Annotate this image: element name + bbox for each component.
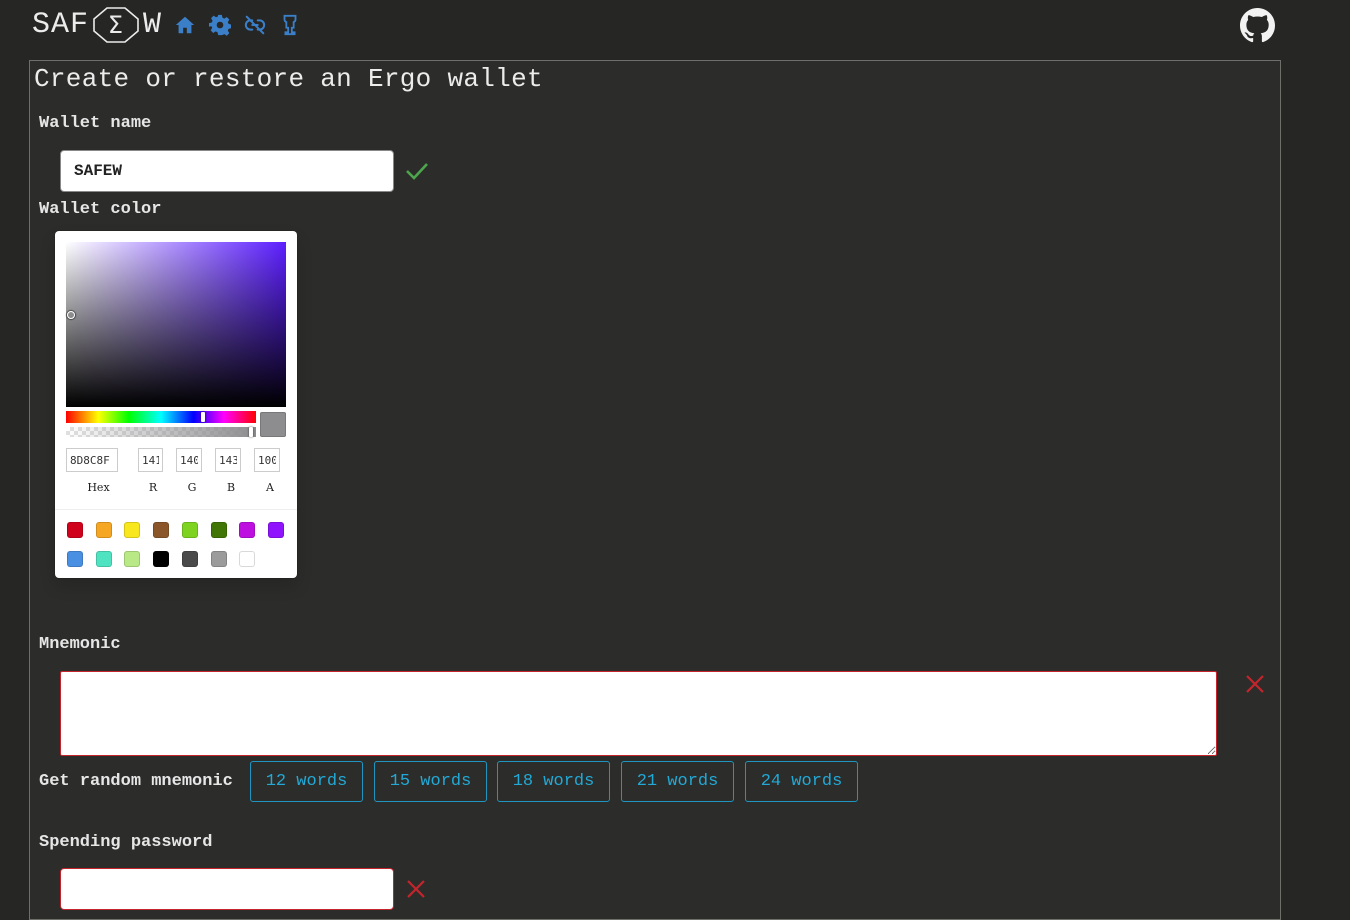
- preset-swatch[interactable]: [210, 550, 227, 567]
- preset-swatch[interactable]: [153, 522, 170, 538]
- mnemonic-textarea[interactable]: [60, 671, 1217, 756]
- mnemonic-18-words-button[interactable]: 18 words: [497, 761, 610, 802]
- saturation-area[interactable]: [66, 242, 286, 407]
- preset-swatch[interactable]: [181, 550, 198, 567]
- random-mnemonic-label: Get random mnemonic: [39, 772, 233, 791]
- hex-input[interactable]: [66, 448, 118, 472]
- github-icon[interactable]: [1240, 8, 1275, 43]
- preset-swatch[interactable]: [239, 550, 256, 567]
- hue-slider-thumb[interactable]: [201, 412, 205, 422]
- cup-icon[interactable]: [278, 12, 302, 38]
- home-icon[interactable]: [173, 12, 197, 38]
- mnemonic-15-words-button[interactable]: 15 words: [374, 761, 487, 802]
- nav-icons: [173, 12, 302, 38]
- mnemonic-21-words-button[interactable]: 21 words: [621, 761, 734, 802]
- logo-sigma-octagon: Σ: [87, 6, 145, 44]
- color-picker: Hex R G B A: [55, 231, 297, 578]
- preset-swatch[interactable]: [267, 522, 284, 538]
- alpha-slider[interactable]: [66, 427, 256, 437]
- r-label: R: [148, 481, 158, 494]
- b-label: B: [226, 481, 236, 494]
- password-invalid-x-icon: [405, 878, 427, 900]
- r-input[interactable]: [138, 448, 163, 472]
- preset-swatch[interactable]: [67, 522, 83, 538]
- saturation-pointer[interactable]: [67, 311, 75, 319]
- alpha-slider-thumb[interactable]: [249, 427, 253, 437]
- preset-swatch[interactable]: [181, 522, 198, 538]
- a-input[interactable]: [254, 448, 280, 472]
- g-input[interactable]: [176, 448, 202, 472]
- preset-swatch[interactable]: [67, 550, 83, 567]
- top-bar: SAF Σ W: [0, 0, 1350, 50]
- invalid-x-icon: [1244, 673, 1266, 695]
- mnemonic-24-words-button[interactable]: 24 words: [745, 761, 858, 802]
- logo-suffix: W: [143, 8, 163, 42]
- preset-swatch[interactable]: [95, 550, 112, 567]
- preset-swatch[interactable]: [95, 522, 112, 538]
- wallet-name-label: Wallet name: [39, 114, 152, 133]
- hue-slider[interactable]: [66, 411, 256, 423]
- preset-swatch[interactable]: [153, 550, 170, 567]
- wallet-name-input[interactable]: [60, 150, 394, 192]
- logo-prefix: SAF: [32, 8, 90, 42]
- app-logo[interactable]: SAF Σ W: [32, 6, 162, 44]
- mnemonic-12-words-button[interactable]: 12 words: [250, 761, 363, 802]
- logo-symbol: Σ: [108, 11, 124, 39]
- g-label: G: [187, 481, 197, 494]
- picker-divider: [55, 509, 297, 510]
- preset-swatch[interactable]: [210, 522, 227, 538]
- settings-gear-icon[interactable]: [208, 12, 232, 38]
- preset-swatch[interactable]: [124, 550, 141, 567]
- preset-swatch[interactable]: [124, 522, 141, 538]
- current-color-preview: [260, 412, 286, 437]
- spending-password-input[interactable]: [60, 868, 394, 910]
- preset-swatch[interactable]: [239, 522, 256, 538]
- unlink-icon[interactable]: [243, 12, 267, 38]
- spending-password-label: Spending password: [39, 833, 213, 852]
- mnemonic-label: Mnemonic: [39, 635, 121, 654]
- page-title: Create or restore an Ergo wallet: [34, 64, 543, 94]
- b-input[interactable]: [215, 448, 241, 472]
- hex-label: Hex: [87, 481, 110, 494]
- a-label: A: [266, 481, 274, 494]
- wallet-color-label: Wallet color: [39, 200, 162, 219]
- valid-check-icon: [404, 160, 430, 182]
